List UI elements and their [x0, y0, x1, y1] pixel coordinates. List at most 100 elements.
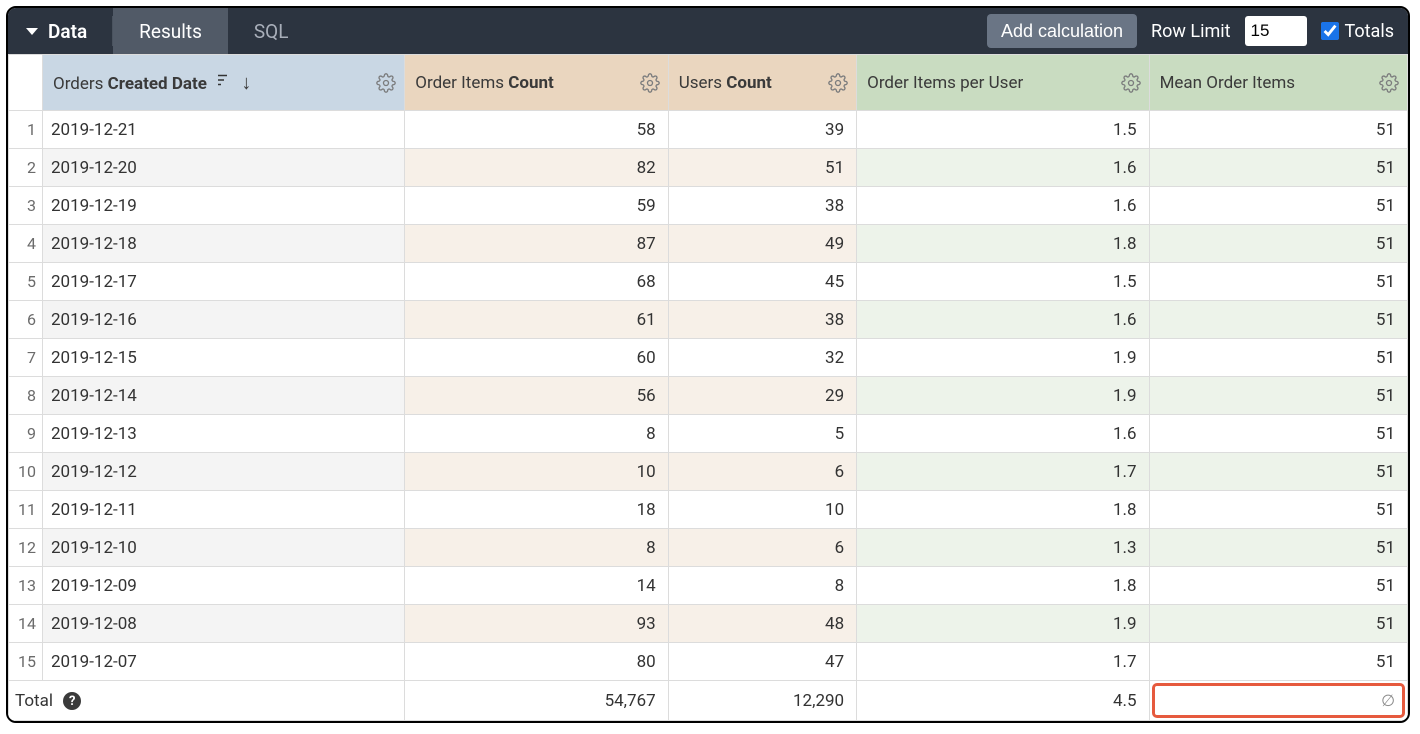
- mean-cell[interactable]: 51: [1149, 453, 1407, 491]
- date-cell[interactable]: 2019-12-14: [43, 377, 405, 415]
- gear-icon[interactable]: [640, 73, 660, 93]
- users-cell[interactable]: 6: [668, 453, 856, 491]
- mean-cell[interactable]: 51: [1149, 301, 1407, 339]
- items-cell[interactable]: 58: [405, 111, 668, 149]
- users-cell[interactable]: 51: [668, 149, 856, 187]
- per-user-cell[interactable]: 1.7: [857, 643, 1149, 681]
- header-mean-order-items[interactable]: Mean Order Items: [1149, 55, 1407, 111]
- users-cell[interactable]: 8: [668, 567, 856, 605]
- mean-cell[interactable]: 51: [1149, 339, 1407, 377]
- mean-cell[interactable]: 51: [1149, 377, 1407, 415]
- rownum-cell: 15: [9, 643, 43, 681]
- mean-cell[interactable]: 51: [1149, 263, 1407, 301]
- items-cell[interactable]: 61: [405, 301, 668, 339]
- help-icon[interactable]: ?: [63, 692, 81, 710]
- header-items-per-user[interactable]: Order Items per User: [857, 55, 1149, 111]
- items-cell[interactable]: 8: [405, 415, 668, 453]
- items-cell[interactable]: 93: [405, 605, 668, 643]
- gear-icon[interactable]: [828, 73, 848, 93]
- add-calculation-button[interactable]: Add calculation: [987, 14, 1137, 48]
- header-users-count[interactable]: Users Count: [668, 55, 856, 111]
- table-row: 142019-12-0893481.951: [9, 605, 1408, 643]
- date-cell[interactable]: 2019-12-11: [43, 491, 405, 529]
- items-cell[interactable]: 10: [405, 453, 668, 491]
- date-cell[interactable]: 2019-12-20: [43, 149, 405, 187]
- per-user-cell[interactable]: 1.9: [857, 339, 1149, 377]
- users-cell[interactable]: 45: [668, 263, 856, 301]
- date-cell[interactable]: 2019-12-15: [43, 339, 405, 377]
- items-cell[interactable]: 87: [405, 225, 668, 263]
- items-cell[interactable]: 14: [405, 567, 668, 605]
- date-cell[interactable]: 2019-12-19: [43, 187, 405, 225]
- mean-cell[interactable]: 51: [1149, 605, 1407, 643]
- per-user-cell[interactable]: 1.6: [857, 415, 1149, 453]
- mean-cell[interactable]: 51: [1149, 529, 1407, 567]
- per-user-cell[interactable]: 1.5: [857, 111, 1149, 149]
- per-user-cell[interactable]: 1.9: [857, 377, 1149, 415]
- totals-label-cell: Total ?: [9, 681, 405, 721]
- date-cell[interactable]: 2019-12-12: [43, 453, 405, 491]
- mean-cell[interactable]: 51: [1149, 111, 1407, 149]
- per-user-cell[interactable]: 1.8: [857, 491, 1149, 529]
- totals-toggle[interactable]: Totals: [1321, 21, 1394, 42]
- results-table: Orders Created Date ↓ Order Items Count …: [8, 54, 1408, 721]
- per-user-cell[interactable]: 1.5: [857, 263, 1149, 301]
- per-user-cell[interactable]: 1.3: [857, 529, 1149, 567]
- date-cell[interactable]: 2019-12-17: [43, 263, 405, 301]
- users-cell[interactable]: 5: [668, 415, 856, 453]
- date-cell[interactable]: 2019-12-13: [43, 415, 405, 453]
- date-cell[interactable]: 2019-12-16: [43, 301, 405, 339]
- users-cell[interactable]: 38: [668, 301, 856, 339]
- mean-cell[interactable]: 51: [1149, 491, 1407, 529]
- tab-results[interactable]: Results: [113, 8, 228, 54]
- mean-cell[interactable]: 51: [1149, 149, 1407, 187]
- users-cell[interactable]: 39: [668, 111, 856, 149]
- users-cell[interactable]: 29: [668, 377, 856, 415]
- items-cell[interactable]: 68: [405, 263, 668, 301]
- tab-sql[interactable]: SQL: [228, 8, 315, 54]
- date-cell[interactable]: 2019-12-09: [43, 567, 405, 605]
- per-user-cell[interactable]: 1.8: [857, 567, 1149, 605]
- gear-icon[interactable]: [1121, 73, 1141, 93]
- users-cell[interactable]: 48: [668, 605, 856, 643]
- date-cell[interactable]: 2019-12-10: [43, 529, 405, 567]
- gear-icon[interactable]: [376, 73, 396, 93]
- mean-cell[interactable]: 51: [1149, 643, 1407, 681]
- items-cell[interactable]: 60: [405, 339, 668, 377]
- row-limit-input[interactable]: [1245, 16, 1307, 46]
- per-user-cell[interactable]: 1.6: [857, 187, 1149, 225]
- users-cell[interactable]: 32: [668, 339, 856, 377]
- date-cell[interactable]: 2019-12-18: [43, 225, 405, 263]
- date-cell[interactable]: 2019-12-08: [43, 605, 405, 643]
- tab-data[interactable]: Data: [8, 8, 113, 54]
- users-cell[interactable]: 49: [668, 225, 856, 263]
- per-user-cell[interactable]: 1.6: [857, 301, 1149, 339]
- users-cell[interactable]: 10: [668, 491, 856, 529]
- date-cell[interactable]: 2019-12-21: [43, 111, 405, 149]
- mean-cell[interactable]: 51: [1149, 225, 1407, 263]
- items-cell[interactable]: 59: [405, 187, 668, 225]
- gear-icon[interactable]: [1379, 73, 1399, 93]
- items-cell[interactable]: 80: [405, 643, 668, 681]
- table-header-row: Orders Created Date ↓ Order Items Count …: [9, 55, 1408, 111]
- items-cell[interactable]: 56: [405, 377, 668, 415]
- date-cell[interactable]: 2019-12-07: [43, 643, 405, 681]
- header-order-items-count[interactable]: Order Items Count: [405, 55, 668, 111]
- table-row: 82019-12-1456291.951: [9, 377, 1408, 415]
- header-created-date[interactable]: Orders Created Date ↓: [43, 55, 405, 111]
- totals-checkbox[interactable]: [1321, 22, 1339, 40]
- per-user-cell[interactable]: 1.8: [857, 225, 1149, 263]
- per-user-cell[interactable]: 1.9: [857, 605, 1149, 643]
- totals-per-user: 4.5: [857, 681, 1149, 721]
- users-cell[interactable]: 38: [668, 187, 856, 225]
- mean-cell[interactable]: 51: [1149, 187, 1407, 225]
- mean-cell[interactable]: 51: [1149, 415, 1407, 453]
- items-cell[interactable]: 18: [405, 491, 668, 529]
- users-cell[interactable]: 6: [668, 529, 856, 567]
- users-cell[interactable]: 47: [668, 643, 856, 681]
- mean-cell[interactable]: 51: [1149, 567, 1407, 605]
- items-cell[interactable]: 82: [405, 149, 668, 187]
- per-user-cell[interactable]: 1.7: [857, 453, 1149, 491]
- items-cell[interactable]: 8: [405, 529, 668, 567]
- per-user-cell[interactable]: 1.6: [857, 149, 1149, 187]
